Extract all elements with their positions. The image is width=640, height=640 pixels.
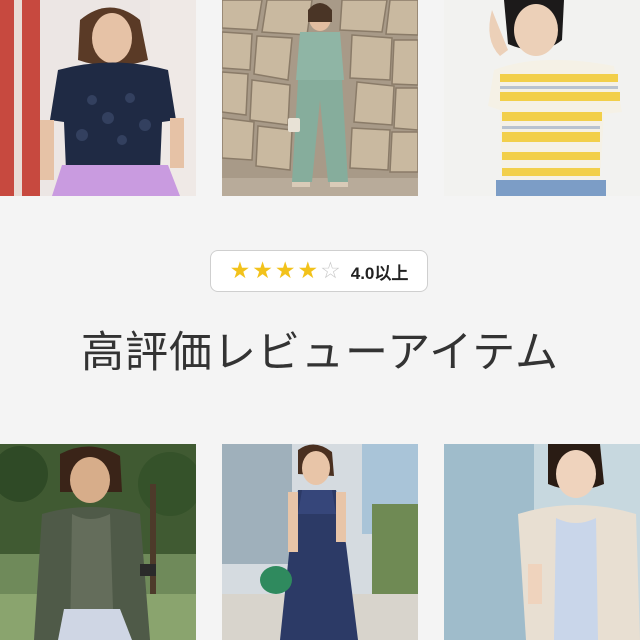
star-filled-icon: ★ (297, 257, 319, 284)
product-photo-green-set[interactable] (222, 0, 418, 196)
product-photo-striped-tee[interactable] (444, 0, 640, 196)
product-photo-navy-dress[interactable] (222, 444, 418, 640)
product-photo-khaki-cardigan[interactable] (0, 444, 196, 640)
product-photo-beige-cardigan[interactable] (444, 444, 640, 640)
rating-badge: ★ ★ ★ ★ ☆ 4.0以上 (210, 250, 428, 292)
star-rating: ★ ★ ★ ★ ☆ (229, 257, 341, 284)
rating-label: 4.0以上 (350, 263, 409, 283)
star-empty-icon: ☆ (320, 257, 341, 284)
star-filled-icon: ★ (229, 257, 251, 284)
star-filled-icon: ★ (252, 257, 273, 284)
star-filled-icon: ★ (274, 257, 296, 284)
product-photo-lace-blouse[interactable] (0, 0, 196, 196)
page-title: 高評価レビューアイテム (81, 328, 559, 378)
